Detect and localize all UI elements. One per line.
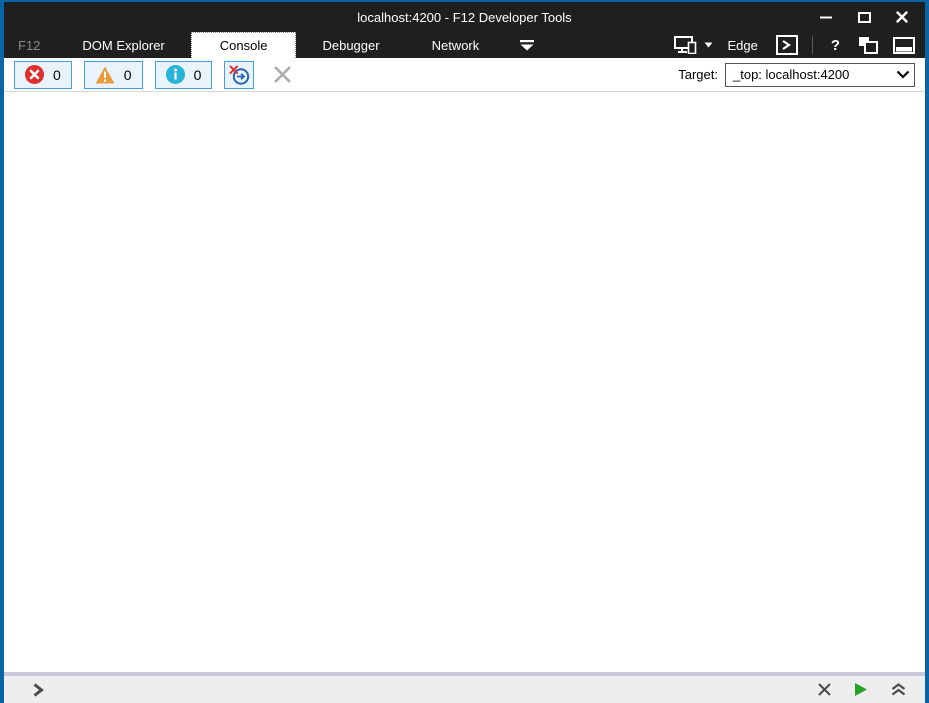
- tabbar-divider: [811, 36, 813, 54]
- clear-input-icon[interactable]: [817, 682, 832, 697]
- tab-console[interactable]: Console: [190, 32, 297, 58]
- console-panel-icon: [775, 35, 798, 55]
- filter-info-button[interactable]: 0: [154, 60, 213, 89]
- clear-on-navigate-toggle[interactable]: [224, 60, 255, 89]
- device-emulation-icon: [674, 36, 699, 54]
- browser-target-label: Edge: [727, 37, 758, 53]
- filter-warnings-button[interactable]: 0: [83, 60, 143, 89]
- tab-debugger[interactable]: Debugger: [296, 32, 405, 58]
- info-count: 0: [193, 66, 202, 83]
- titlebar: localhost:4200 - F12 Developer Tools: [4, 2, 925, 32]
- maximize-button[interactable]: [845, 2, 883, 32]
- target-group: Target: _top: localhost:4200: [678, 62, 915, 87]
- prompt-chevron-icon: [32, 682, 44, 698]
- clear-on-navigate-icon: [229, 65, 250, 85]
- expand-multiline-icon[interactable]: [890, 683, 907, 696]
- minimize-button[interactable]: [807, 2, 845, 32]
- target-select[interactable]: _top: localhost:4200: [725, 62, 915, 87]
- dock-bottom-button[interactable]: [893, 36, 915, 54]
- console-panel-button[interactable]: [775, 35, 798, 55]
- error-count: 0: [53, 66, 61, 83]
- maximize-icon: [857, 11, 871, 23]
- help-button[interactable]: ?: [827, 37, 844, 54]
- tabbar-right-actions: Edge ?: [674, 32, 925, 58]
- minimize-icon: [820, 16, 832, 19]
- prompt-actions: [817, 682, 907, 697]
- console-toolbar: 0 0 0 Target: _top: localhost:4200: [4, 58, 925, 92]
- run-icon[interactable]: [854, 682, 868, 697]
- info-icon: [165, 65, 185, 84]
- close-button[interactable]: [883, 2, 921, 32]
- target-select-value: _top: localhost:4200: [733, 67, 850, 82]
- pin-window-icon: [858, 36, 879, 54]
- tab-overflow-button[interactable]: [505, 32, 549, 58]
- f12-label: F12: [18, 37, 41, 53]
- warning-count: 0: [123, 66, 132, 83]
- tab-dom-explorer[interactable]: DOM Explorer: [56, 32, 190, 58]
- window-title: localhost:4200 - F12 Developer Tools: [357, 9, 572, 25]
- warning-icon: [95, 66, 115, 84]
- unpin-window-button[interactable]: [858, 36, 879, 54]
- device-dropdown-caret-icon: [704, 42, 713, 48]
- clear-console-icon: [273, 65, 292, 84]
- window-controls: [807, 2, 925, 32]
- tabbar: F12 DOM Explorer Console Debugger Networ…: [4, 32, 925, 58]
- console-output-pane[interactable]: [4, 92, 925, 672]
- device-target-dropdown[interactable]: [674, 36, 713, 54]
- dock-bottom-icon: [893, 36, 915, 54]
- filter-errors-button[interactable]: 0: [14, 60, 72, 89]
- f12-devtools-window: localhost:4200 - F12 Developer Tools F12…: [0, 0, 929, 703]
- tab-network[interactable]: Network: [406, 32, 506, 58]
- clear-console-button[interactable]: [270, 63, 294, 87]
- select-chevron-icon: [896, 70, 910, 79]
- close-icon: [896, 11, 908, 23]
- tab-overflow-chevron-icon: [519, 39, 535, 51]
- target-label: Target:: [678, 67, 718, 82]
- error-icon: [25, 65, 44, 84]
- console-input-bar[interactable]: [4, 672, 925, 703]
